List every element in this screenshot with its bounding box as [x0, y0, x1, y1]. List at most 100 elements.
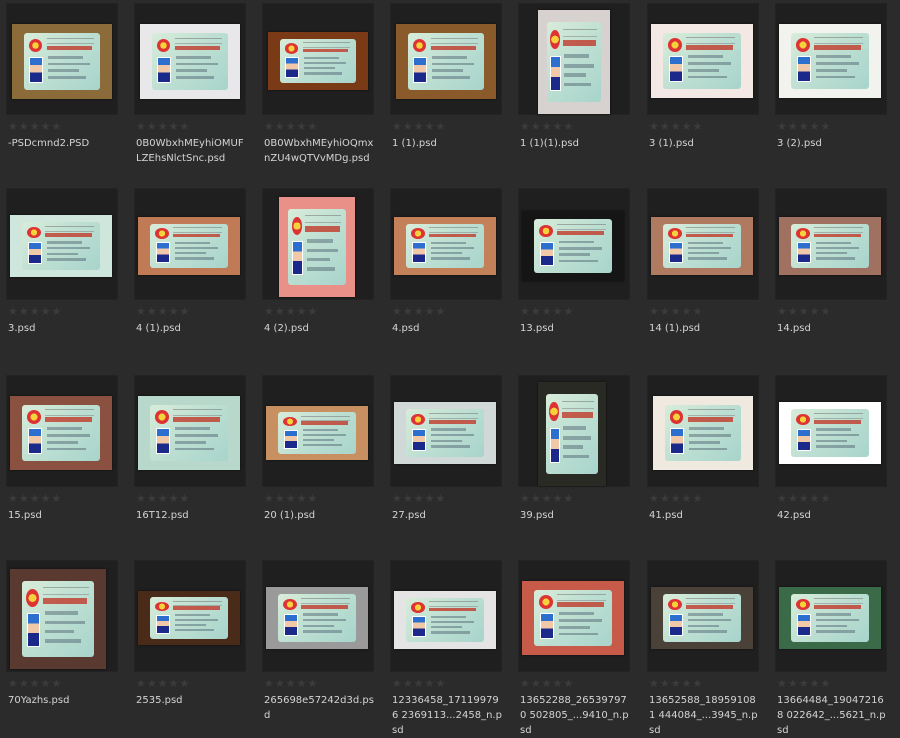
rating-stars[interactable]: ★★★★★ — [649, 306, 719, 318]
id-card-thumbnail[interactable] — [138, 396, 240, 470]
card-text-line — [47, 447, 86, 451]
card-header-lines — [429, 413, 478, 419]
rating-stars[interactable]: ★★★★★ — [264, 306, 334, 318]
national-emblem-icon — [28, 38, 43, 53]
id-card-thumbnail[interactable] — [651, 217, 753, 275]
card-title-bar — [561, 411, 593, 419]
card-text-line — [431, 626, 463, 629]
id-card-thumbnail[interactable] — [10, 215, 112, 277]
thumbnail-frame — [775, 188, 887, 300]
card-text-line — [306, 239, 333, 244]
thumbnail-frame — [390, 375, 502, 487]
rating-stars[interactable]: ★★★★★ — [136, 121, 206, 133]
rating-stars[interactable]: ★★★★★ — [777, 306, 847, 318]
rating-stars[interactable]: ★★★★★ — [136, 678, 206, 690]
rating-stars[interactable]: ★★★★★ — [649, 121, 719, 133]
id-card-thumbnail[interactable] — [394, 402, 496, 464]
thumbnail-frame — [134, 560, 246, 672]
file-name-label: 39.psd — [520, 510, 554, 521]
card-text-line — [47, 427, 82, 431]
thumbnail-frame — [390, 3, 502, 115]
card-text-line — [688, 246, 731, 250]
rating-stars[interactable]: ★★★★★ — [264, 121, 334, 133]
id-card-thumbnail[interactable] — [651, 24, 753, 98]
id-card-thumbnail[interactable] — [522, 211, 624, 281]
rating-stars[interactable]: ★★★★★ — [392, 678, 462, 690]
rating-stars[interactable]: ★★★★★ — [392, 493, 462, 505]
rating-stars[interactable]: ★★★★★ — [649, 678, 719, 690]
card-header-lines — [814, 227, 863, 233]
rating-stars[interactable]: ★★★★★ — [520, 493, 590, 505]
rating-stars[interactable]: ★★★★★ — [649, 493, 719, 505]
id-card-image — [150, 404, 228, 462]
id-card-thumbnail[interactable] — [138, 591, 240, 645]
rating-stars[interactable]: ★★★★★ — [520, 306, 590, 318]
card-header-lines — [46, 37, 94, 45]
id-card-thumbnail[interactable] — [394, 591, 496, 649]
card-text-line — [431, 428, 466, 431]
id-card-thumbnail[interactable] — [140, 24, 240, 99]
id-card-thumbnail[interactable] — [651, 587, 753, 649]
portrait-photo — [539, 241, 555, 267]
rating-stars[interactable]: ★★★★★ — [520, 678, 590, 690]
rating-stars[interactable]: ★★★★★ — [777, 493, 847, 505]
id-card-thumbnail[interactable] — [779, 217, 881, 275]
card-text-line — [432, 55, 467, 59]
rating-stars[interactable]: ★★★★★ — [136, 493, 206, 505]
rating-stars[interactable]: ★★★★★ — [8, 678, 78, 690]
national-emblem-icon — [156, 38, 171, 53]
card-text-line — [688, 630, 727, 633]
file-thumbnail-grid: ★★★★★ -PSDcmnd2.PSD ★★★★★ 0B0WbxhMEyhiOMUFL… — [0, 0, 900, 736]
card-text-line — [564, 73, 586, 77]
rating-stars[interactable]: ★★★★★ — [777, 678, 847, 690]
card-text-line — [175, 427, 210, 431]
file-name-label: 20 (1).psd — [264, 510, 316, 521]
card-text-line — [431, 241, 466, 244]
rating-stars[interactable]: ★★★★★ — [777, 121, 847, 133]
rating-stars[interactable]: ★★★★★ — [264, 493, 334, 505]
file-name-label: 13652588_189591081 444084_...3945_n.psd — [649, 695, 758, 736]
card-text-line — [431, 620, 474, 624]
national-emblem-icon — [538, 595, 553, 609]
rating-stars[interactable]: ★★★★★ — [136, 306, 206, 318]
id-card-thumbnail[interactable] — [266, 587, 368, 649]
id-card-thumbnail[interactable] — [12, 24, 112, 99]
rating-stars[interactable]: ★★★★★ — [8, 306, 78, 318]
id-card-thumbnail[interactable] — [538, 382, 606, 486]
id-card-image — [278, 594, 356, 642]
id-card-thumbnail[interactable] — [10, 569, 106, 669]
card-header-lines — [814, 598, 863, 604]
card-text-line — [306, 248, 339, 253]
card-title-bar — [687, 417, 734, 422]
card-header-lines — [814, 37, 863, 44]
id-card-thumbnail[interactable] — [10, 396, 112, 470]
file-name-label: 13664484_190472168 022642_...5621_n.psd — [777, 695, 886, 736]
card-title-bar — [814, 604, 861, 609]
id-card-thumbnail[interactable] — [279, 197, 355, 297]
id-card-thumbnail[interactable] — [653, 396, 753, 470]
id-card-image — [24, 33, 100, 90]
card-text-line — [816, 257, 855, 260]
id-card-image — [665, 404, 741, 462]
id-card-thumbnail[interactable] — [394, 217, 496, 275]
id-card-thumbnail[interactable] — [138, 217, 240, 275]
thumbnail-frame — [775, 3, 887, 115]
id-card-thumbnail[interactable] — [396, 24, 496, 99]
rating-stars[interactable]: ★★★★★ — [392, 121, 462, 133]
rating-stars[interactable]: ★★★★★ — [8, 121, 78, 133]
id-card-thumbnail[interactable] — [779, 24, 881, 98]
rating-stars[interactable]: ★★★★★ — [392, 306, 462, 318]
id-card-thumbnail[interactable] — [779, 587, 881, 649]
file-name-label: 2535.psd — [136, 695, 183, 706]
rating-stars[interactable]: ★★★★★ — [520, 121, 590, 133]
card-header-lines — [814, 413, 863, 419]
thumbnail-frame — [6, 3, 118, 115]
id-card-thumbnail[interactable] — [522, 581, 624, 655]
id-card-thumbnail[interactable] — [779, 402, 881, 464]
id-card-thumbnail[interactable] — [266, 406, 368, 460]
rating-stars[interactable]: ★★★★★ — [8, 493, 78, 505]
id-card-thumbnail[interactable] — [538, 10, 610, 114]
rating-stars[interactable]: ★★★★★ — [264, 678, 334, 690]
file-name-label: 16T12.psd — [136, 510, 189, 521]
id-card-thumbnail[interactable] — [268, 32, 368, 90]
